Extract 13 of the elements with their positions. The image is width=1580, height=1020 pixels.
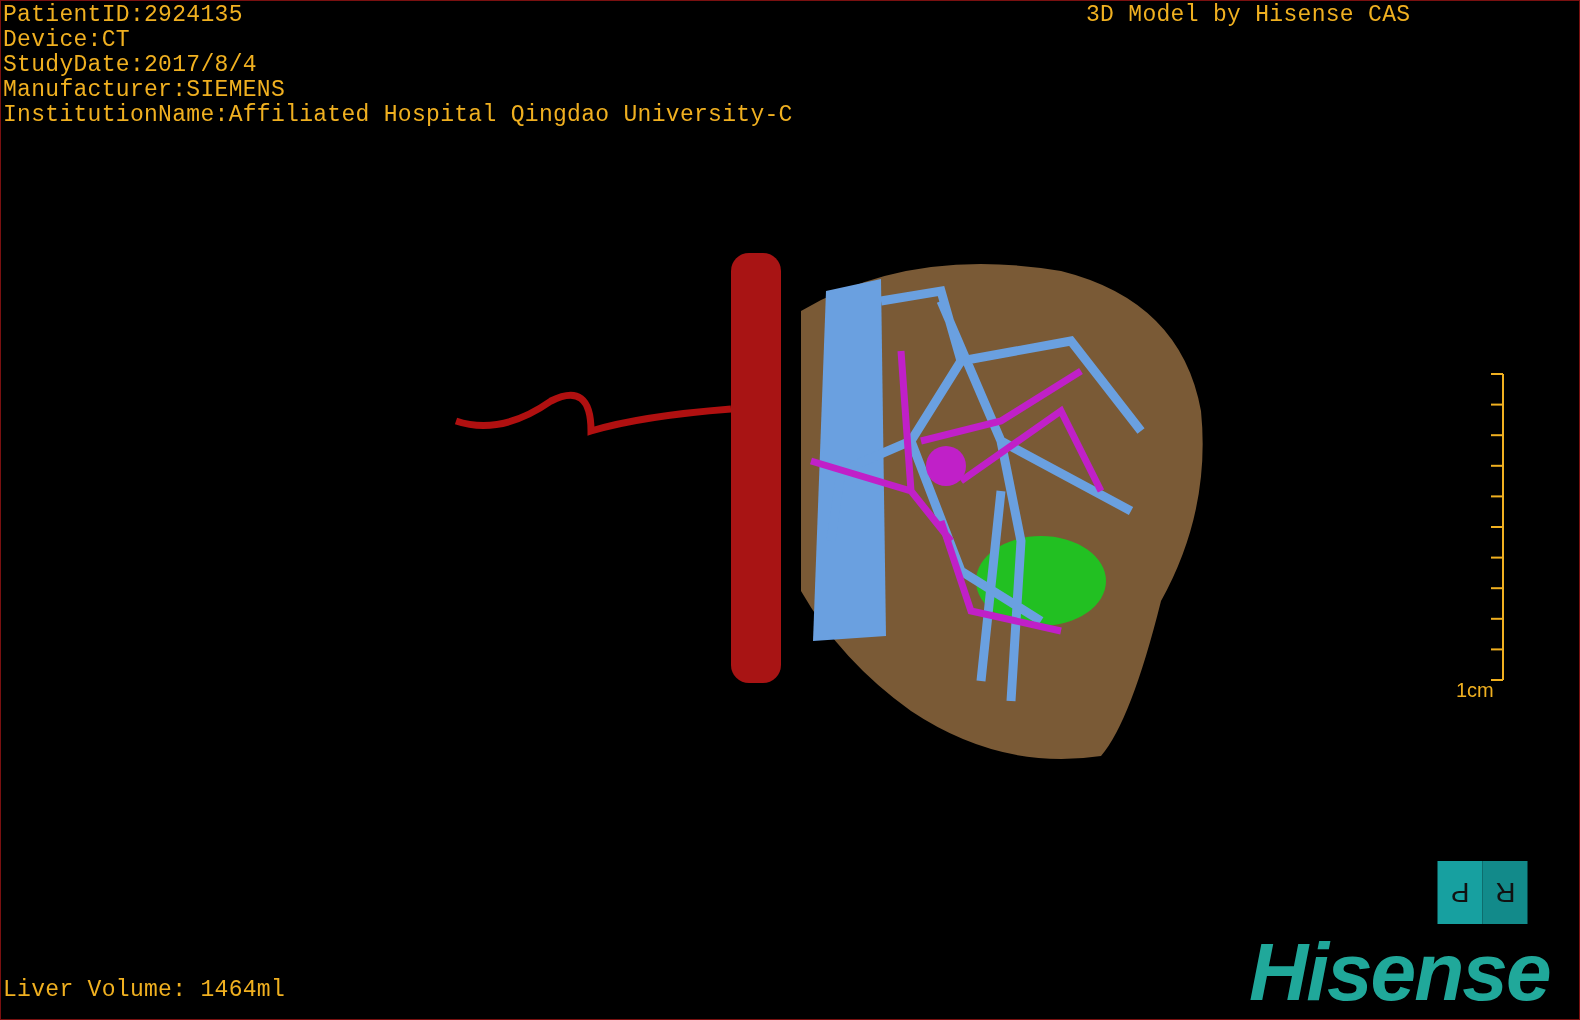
liver-volume: Liver Volume: 1464ml bbox=[3, 978, 286, 1003]
study-info-text: PatientID:2924135 bbox=[3, 3, 244, 28]
cube-face: P bbox=[1438, 861, 1483, 924]
model-credit: 3D Model by Hisense CAS bbox=[1086, 3, 1411, 28]
study-info-text: InstitutionName:Affiliated Hospital Qingdao University-C bbox=[3, 103, 793, 128]
study-info-text: Manufacturer:SIEMENS bbox=[3, 78, 287, 103]
logo: Hisense bbox=[1249, 931, 1550, 1013]
orientation-cube[interactable]: P R bbox=[1438, 861, 1527, 924]
scale-label: 1cm bbox=[1456, 679, 1494, 702]
cube-face: R bbox=[1482, 861, 1527, 924]
study-info-text: Device:CT bbox=[3, 28, 131, 53]
viewport[interactable]: PatientID:2924135 Device:CT StudyDate:2017/8/4 Manufacturer:SIEMENS InstitutionName:Affiliated Hospital Qingdao University-C 3D Model by Hisense CAS 1cm P R Liver Volume: 1464ml Hisense bbox=[0, 0, 1580, 1020]
study-info-text: StudyDate:2017/8/4 bbox=[3, 53, 258, 78]
